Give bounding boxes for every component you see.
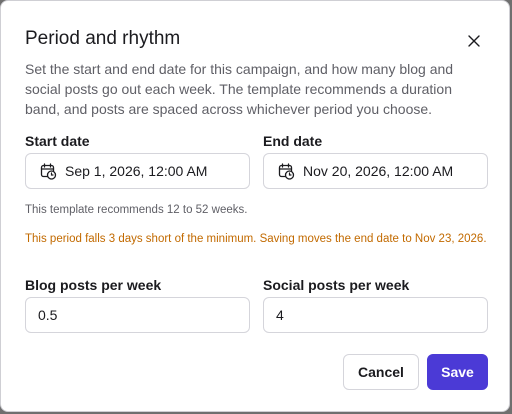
duration-recommendation: This template recommends 12 to 52 weeks. [25, 204, 248, 216]
close-icon [468, 35, 480, 47]
blog-posts-value: 0.5 [38, 307, 58, 323]
dialog-title: Period and rhythm [25, 28, 181, 49]
end-date-field[interactable]: Nov 20, 2026, 12:00 AM [263, 153, 488, 189]
blog-posts-label: Blog posts per week [25, 277, 162, 293]
blog-posts-input[interactable]: 0.5 [25, 297, 250, 333]
social-posts-label: Social posts per week [263, 277, 410, 293]
dialog-description: Set the start and end date for this camp… [25, 61, 454, 117]
period-rhythm-dialog: Period and rhythm Set the start and end … [0, 0, 510, 412]
duration-warning: This period falls 3 days short of the mi… [25, 233, 487, 245]
save-button[interactable]: Save [427, 354, 488, 390]
cancel-button[interactable]: Cancel [343, 354, 419, 390]
calendar-clock-icon [40, 162, 57, 180]
social-posts-input[interactable]: 4 [263, 297, 488, 333]
social-posts-value: 4 [276, 307, 284, 323]
end-date-label: End date [263, 133, 323, 149]
close-button[interactable] [463, 30, 485, 52]
start-date-field[interactable]: Sep 1, 2026, 12:00 AM [25, 153, 250, 189]
end-date-value: Nov 20, 2026, 12:00 AM [303, 163, 454, 179]
start-date-label: Start date [25, 133, 90, 149]
start-date-value: Sep 1, 2026, 12:00 AM [65, 163, 208, 179]
calendar-clock-icon [278, 162, 295, 180]
